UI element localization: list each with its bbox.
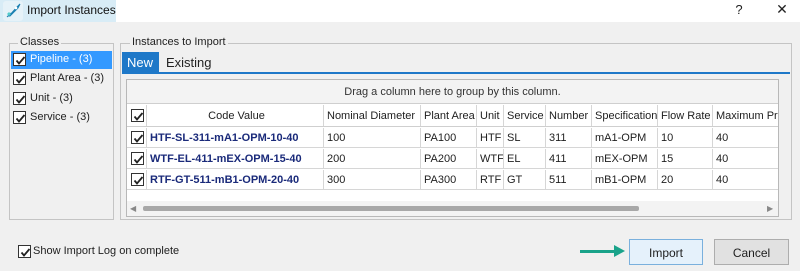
class-item-label: Unit - (3) <box>30 92 73 104</box>
table-cell: 200 <box>324 149 421 168</box>
scroll-right-icon[interactable]: ▶ <box>767 204 775 213</box>
table-cell: GT <box>504 170 546 189</box>
class-item-unit[interactable]: Unit - (3) <box>11 90 112 108</box>
class-checkbox[interactable] <box>13 53 26 66</box>
class-checkbox[interactable] <box>13 72 26 85</box>
class-item-plant-area[interactable]: Plant Area - (3) <box>11 70 112 88</box>
classes-group-title: Classes <box>18 36 62 48</box>
show-log-label: Show Import Log on complete <box>33 245 180 257</box>
select-all-cell <box>127 105 147 126</box>
grid-header: Code Value Nominal Diameter Plant Area Unit… <box>127 105 778 127</box>
rocket-icon <box>3 1 23 21</box>
class-item-label: Service - (3) <box>30 111 90 123</box>
title-bar: Import Instances ? ✕ <box>0 0 800 22</box>
table-cell: PA200 <box>421 149 477 168</box>
select-all-checkbox[interactable] <box>131 109 144 122</box>
column-header[interactable]: Number <box>546 105 592 126</box>
class-item-service[interactable]: Service - (3) <box>11 109 112 127</box>
table-cell: HTF-SL-311-mA1-OPM-10-40 <box>147 128 324 147</box>
table-row[interactable]: WTF-EL-411-mEX-OPM-15-40 200 PA200 WTF EL 411… <box>127 149 778 169</box>
class-item-label: Pipeline - (3) <box>30 53 93 65</box>
tab-underline <box>122 72 790 74</box>
cancel-button[interactable]: Cancel <box>714 239 789 265</box>
horizontal-scrollbar[interactable]: ◀ ▶ <box>127 201 778 216</box>
table-cell: 20 <box>658 170 713 189</box>
table-row[interactable]: RTF-GT-511-mB1-OPM-20-40 300 PA300 RTF GT 511… <box>127 170 778 190</box>
table-cell: 15 <box>658 149 713 168</box>
table-cell: 300 <box>324 170 421 189</box>
column-header[interactable]: Specification <box>592 105 658 126</box>
help-button[interactable]: ? <box>732 2 746 18</box>
table-cell: PA300 <box>421 170 477 189</box>
table-cell: 40 <box>713 170 778 189</box>
table-cell: SL <box>504 128 546 147</box>
class-item-label: Plant Area - (3) <box>30 72 104 84</box>
group-by-panel[interactable]: Drag a column here to group by this colu… <box>127 80 778 104</box>
row-select-cell <box>127 128 147 147</box>
row-checkbox[interactable] <box>131 173 144 186</box>
annotation-arrow <box>580 250 618 253</box>
table-cell: mB1-OPM <box>592 170 658 189</box>
table-cell: 511 <box>546 170 592 189</box>
table-cell: EL <box>504 149 546 168</box>
row-select-cell <box>127 170 147 189</box>
import-button[interactable]: Import <box>629 239 703 265</box>
row-checkbox[interactable] <box>131 131 144 144</box>
column-header[interactable]: Unit <box>477 105 504 126</box>
annotation-arrow-head <box>614 245 625 257</box>
table-cell: WTF <box>477 149 504 168</box>
table-cell: mA1-OPM <box>592 128 658 147</box>
table-cell: PA100 <box>421 128 477 147</box>
table-cell: 40 <box>713 128 778 147</box>
table-cell: mEX-OPM <box>592 149 658 168</box>
window-title: Import Instances <box>27 3 116 17</box>
class-checkbox[interactable] <box>13 92 26 105</box>
instances-group-title: Instances to Import <box>130 36 228 48</box>
class-checkbox[interactable] <box>13 111 26 124</box>
column-header[interactable]: Nominal Diameter <box>324 105 421 126</box>
table-cell: 40 <box>713 149 778 168</box>
column-header[interactable]: Maximum Press <box>713 105 778 126</box>
table-cell: 311 <box>546 128 592 147</box>
scroll-left-icon[interactable]: ◀ <box>130 204 138 213</box>
table-cell: RTF-GT-511-mB1-OPM-20-40 <box>147 170 324 189</box>
table-row[interactable]: HTF-SL-311-mA1-OPM-10-40 100 PA100 HTF SL 311… <box>127 128 778 148</box>
column-header[interactable]: Service <box>504 105 546 126</box>
row-checkbox[interactable] <box>131 152 144 165</box>
table-cell: HTF <box>477 128 504 147</box>
tab-new[interactable]: New <box>122 52 159 72</box>
table-cell: WTF-EL-411-mEX-OPM-15-40 <box>147 149 324 168</box>
table-cell: RTF <box>477 170 504 189</box>
instances-grid: Drag a column here to group by this colu… <box>126 79 779 217</box>
scrollbar-thumb[interactable] <box>143 206 639 211</box>
table-cell: 10 <box>658 128 713 147</box>
column-header[interactable]: Code Value <box>147 105 324 126</box>
show-log-checkbox[interactable] <box>18 245 31 258</box>
column-header[interactable]: Plant Area <box>421 105 477 126</box>
table-cell: 100 <box>324 128 421 147</box>
column-header[interactable]: Flow Rate <box>658 105 713 126</box>
row-select-cell <box>127 149 147 168</box>
tab-existing[interactable]: Existing <box>162 52 222 72</box>
class-item-pipeline[interactable]: Pipeline - (3) <box>11 51 112 69</box>
table-cell: 411 <box>546 149 592 168</box>
close-button[interactable]: ✕ <box>774 1 790 19</box>
